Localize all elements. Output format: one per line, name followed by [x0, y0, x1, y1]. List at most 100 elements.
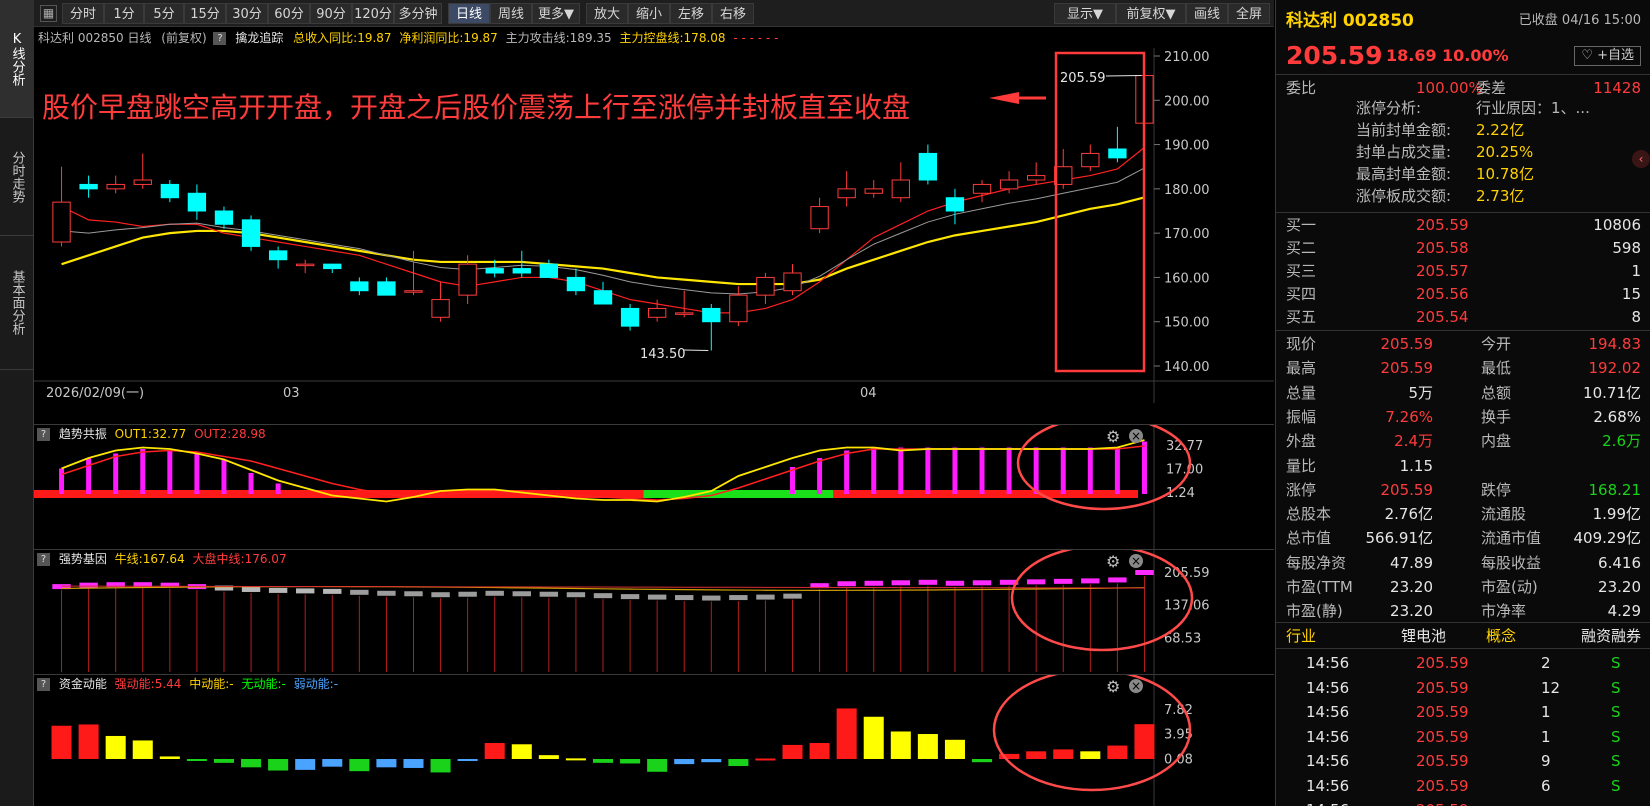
tick-price: 205.59: [1416, 752, 1469, 770]
toolbar-11[interactable]: 更多▼: [532, 3, 580, 24]
candle-body: [241, 219, 261, 247]
help-icon[interactable]: ?: [37, 678, 50, 691]
stat-value: 566.91亿: [1365, 529, 1434, 548]
stat-key: 外盘: [1286, 432, 1317, 451]
tick-row: 14:56 205.59 12 S: [1276, 677, 1650, 700]
sidebar-timeshare[interactable]: 分时走势: [0, 118, 34, 236]
bid-row[interactable]: 买二 205.58 598: [1276, 237, 1650, 260]
attack-line-label: 主力攻击线:189.35: [505, 31, 612, 45]
fund-bar: [51, 725, 72, 759]
fund-bar: [349, 759, 370, 772]
gene-bar: [79, 582, 98, 588]
close-icon-x: ×: [1131, 554, 1141, 568]
help-icon[interactable]: ?: [37, 553, 50, 566]
tag-industry[interactable]: 行业: [1286, 625, 1316, 648]
gene-bar: [647, 594, 667, 600]
toolbar-10[interactable]: 周线: [490, 3, 532, 24]
price-change: 18.69: [1386, 46, 1437, 65]
tick-price: 205.59: [1416, 678, 1469, 697]
bid-volume: 1: [1631, 262, 1641, 280]
stat-key2: 今开: [1481, 335, 1512, 353]
fund-bar: [863, 716, 884, 759]
toolbar-7[interactable]: 120分: [352, 3, 394, 24]
stat-key: 最高: [1286, 359, 1317, 378]
stat-value: 23.20: [1390, 578, 1433, 596]
fund-bar: [809, 743, 830, 759]
green-band: [643, 490, 834, 498]
fund-bar: [674, 759, 695, 765]
toolbar-9[interactable]: 日线: [448, 3, 490, 24]
close-icon-x: ×: [1131, 429, 1141, 443]
toolbar-5[interactable]: 60分: [268, 3, 310, 24]
help-icon[interactable]: ?: [37, 428, 50, 441]
stat-key2: 换手: [1481, 407, 1512, 426]
trend-bar: [979, 447, 985, 494]
bid-row[interactable]: 买三 205.57 1: [1276, 260, 1650, 283]
fund-bar: [268, 759, 289, 771]
add-favorite-button[interactable]: ♡ +自选: [1574, 46, 1641, 66]
gene-bar: [756, 594, 775, 600]
toolbar-right-0[interactable]: 显示▼: [1054, 3, 1116, 24]
sidebar-kline[interactable]: K线分析: [0, 0, 34, 118]
candle-body: [512, 268, 531, 274]
toolbar-8[interactable]: 多分钟: [394, 3, 442, 24]
collapse-arrow-icon[interactable]: ‹: [1632, 150, 1650, 168]
tick-row: 14:56 205.59 6 S: [1276, 775, 1650, 798]
toolbar-6[interactable]: 90分: [310, 3, 352, 24]
tick-time: 14:56: [1306, 799, 1349, 806]
fund-bar: [538, 755, 559, 759]
price-tick: 200.00: [1164, 94, 1210, 109]
help-icon[interactable]: ?: [213, 32, 227, 45]
stat-value2: 2.6万: [1602, 432, 1641, 451]
gene-bar: [241, 586, 261, 592]
candle-body: [783, 272, 802, 292]
candle-body: [620, 307, 640, 327]
sidebar-fundamentals[interactable]: 基本面分析: [0, 236, 34, 370]
tick-side: S: [1611, 678, 1621, 697]
toolbar-12[interactable]: 放大: [586, 3, 628, 24]
candle-body: [431, 299, 450, 318]
gene-bar: [1135, 570, 1154, 575]
gene-bar: [1054, 578, 1073, 584]
candle-body: [756, 276, 775, 296]
toolbar-13[interactable]: 缩小: [628, 3, 670, 24]
gene-bar: [675, 595, 694, 601]
stat-value: 2.4万: [1394, 432, 1433, 451]
candle-body: [79, 183, 98, 190]
toolbar-1[interactable]: 1分: [104, 3, 144, 24]
toolbar-14[interactable]: 左移: [670, 3, 712, 24]
price-pct: 10.00%: [1442, 46, 1509, 65]
toolbar-right-3[interactable]: 全屏: [1228, 3, 1270, 24]
bid-volume: 10806: [1593, 216, 1641, 234]
limit-key-1: 当前封单金额:: [1356, 121, 1452, 139]
bid-row[interactable]: 买五 205.54 8: [1276, 306, 1650, 329]
toolbar-3[interactable]: 15分: [184, 3, 226, 24]
trend-bar: [1114, 447, 1120, 494]
grid-icon[interactable]: ▦: [40, 5, 57, 22]
bid-row[interactable]: 买四 205.56 15: [1276, 283, 1650, 306]
candle-body: [918, 152, 938, 181]
tag-industry-value[interactable]: 锂电池: [1401, 625, 1446, 648]
toolbar-15[interactable]: 右移: [712, 3, 754, 24]
candle-body: [837, 188, 856, 199]
stat-value2: 168.21: [1588, 480, 1642, 499]
toolbar-4[interactable]: 30分: [226, 3, 268, 24]
toolbar-2[interactable]: 5分: [144, 3, 184, 24]
highlight-ellipse: [992, 668, 1192, 792]
market-mid-label: 大盘中线:176.07: [192, 552, 287, 566]
limit-key-0: 涨停分析:: [1356, 99, 1422, 117]
none-label: 无动能:-: [241, 677, 286, 691]
gene-bar: [295, 588, 315, 594]
toolbar-right-1[interactable]: 前复权▼: [1116, 3, 1186, 24]
fund-chart[interactable]: 7.823.950.08⚙ ×: [34, 668, 1274, 806]
bid-row[interactable]: 买一 205.59 10806: [1276, 214, 1650, 237]
bid-volume: 15: [1621, 285, 1641, 303]
stat-value2: 6.416: [1598, 553, 1641, 572]
stat-value2: 1.99亿: [1592, 505, 1641, 524]
fund-bar: [728, 759, 749, 767]
toolbar-0[interactable]: 分时: [62, 3, 104, 24]
fund-bar: [484, 743, 505, 759]
tag-concept[interactable]: 概念: [1486, 625, 1516, 648]
tag-concept-value[interactable]: 融资融券: [1581, 625, 1641, 648]
toolbar-right-2[interactable]: 画线: [1186, 3, 1228, 24]
